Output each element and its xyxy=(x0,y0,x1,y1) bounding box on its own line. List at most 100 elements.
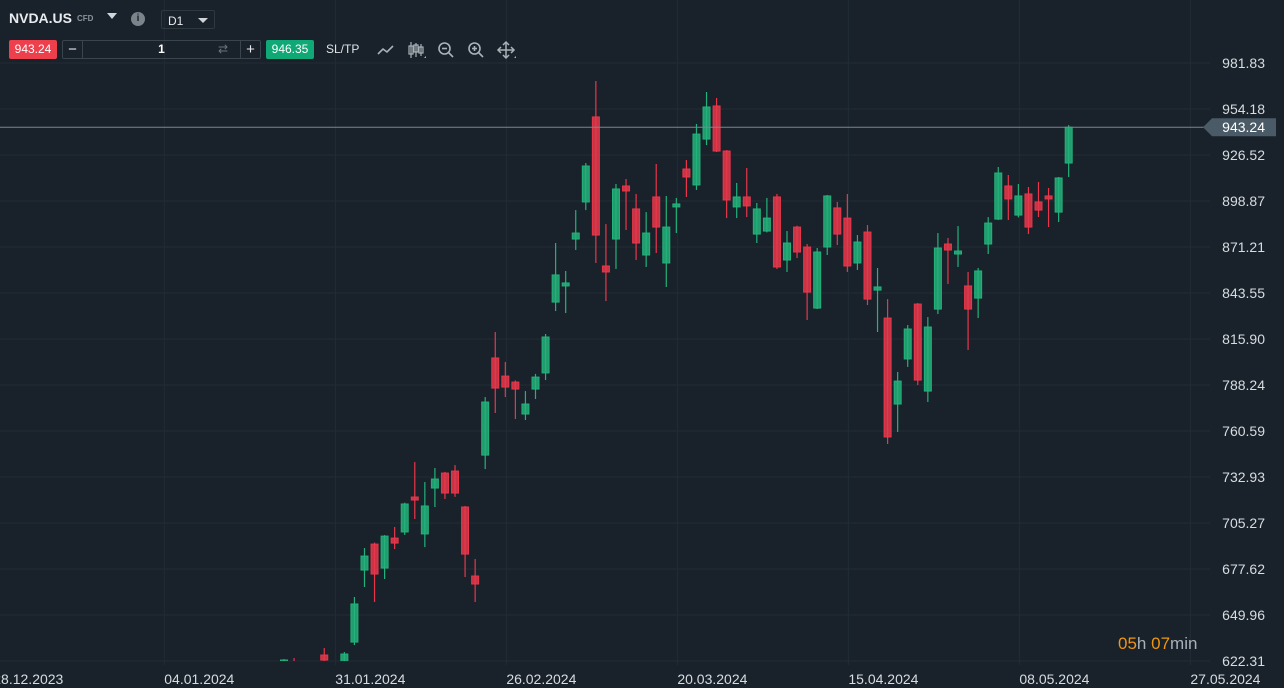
candle-bullish xyxy=(783,231,791,272)
candle-bullish xyxy=(692,123,701,190)
candle-body xyxy=(943,243,952,251)
candle-body xyxy=(581,165,590,203)
candle-bearish xyxy=(390,526,399,550)
candle-bullish xyxy=(311,665,318,685)
candle-bearish xyxy=(632,193,641,260)
candle-body xyxy=(511,381,520,390)
candle-bearish xyxy=(712,97,721,153)
candle-body xyxy=(451,470,460,494)
candle-bearish xyxy=(964,271,973,350)
candle-bearish xyxy=(1044,187,1053,228)
candle-body xyxy=(954,250,963,255)
candle-bearish xyxy=(491,332,500,414)
candle-bullish xyxy=(984,217,993,255)
candle-body xyxy=(611,188,620,240)
candle-bullish xyxy=(430,468,439,507)
candle-bullish xyxy=(813,248,822,310)
price-tick-label: 815.90 xyxy=(1222,331,1265,347)
info-icon[interactable]: i xyxy=(131,12,145,26)
current-price-label: 943.24 xyxy=(1222,119,1265,135)
price-tick-label: 898.87 xyxy=(1222,193,1265,209)
candle-body xyxy=(1014,195,1023,216)
candle-body xyxy=(430,478,439,489)
candle-body xyxy=(320,654,329,661)
decrease-quantity-button[interactable]: − xyxy=(63,41,83,58)
candle-body xyxy=(793,226,802,253)
time-axis[interactable]: 28.12.2023 04.01.2024 31.01.2024 26.02.2024… xyxy=(0,671,1261,687)
countdown-hours: 05 xyxy=(1118,634,1137,653)
candle-body xyxy=(893,380,902,405)
candle-bullish xyxy=(420,482,429,548)
date-tick-label: 08.05.2024 xyxy=(1019,671,1089,687)
quantity-stepper[interactable]: − 1 ⇄ + xyxy=(62,40,261,59)
candle-bullish xyxy=(974,267,983,319)
price-axis[interactable]: 981.83 954.18 926.52 898.87 871.21 843.55 815.… xyxy=(1222,55,1265,669)
candle-bullish xyxy=(702,91,711,146)
candle-bullish xyxy=(853,235,862,270)
candle-body xyxy=(783,242,791,261)
candle-body xyxy=(672,203,681,208)
swap-icon[interactable]: ⇄ xyxy=(218,42,228,56)
candle-bullish xyxy=(380,535,389,580)
candle-bearish xyxy=(601,224,610,302)
candle-body xyxy=(471,575,480,585)
candle-bearish xyxy=(742,168,751,218)
candle-body xyxy=(1004,185,1013,200)
candle-body xyxy=(883,317,892,438)
candle-body xyxy=(1044,195,1053,200)
candles xyxy=(280,81,1073,685)
candle-body xyxy=(591,116,600,236)
price-tick-label: 705.27 xyxy=(1222,515,1265,531)
sltp-button[interactable]: SL/TP xyxy=(326,42,359,56)
candle-body xyxy=(994,172,1003,220)
move-icon[interactable] xyxy=(496,40,516,60)
candle-bullish xyxy=(571,210,580,251)
symbol-name[interactable]: NVDA.US xyxy=(9,10,72,26)
current-price-line: 943.24 xyxy=(0,118,1276,137)
date-tick-label: 27.05.2024 xyxy=(1190,671,1260,687)
price-chart[interactable]: 943.24 981.83 954.18 926.52 898.87 871.21 843… xyxy=(0,0,1284,688)
candle-body xyxy=(803,246,812,293)
candle-body xyxy=(712,105,721,152)
candle-bearish xyxy=(682,160,691,197)
candle-body xyxy=(350,603,359,643)
zoom-in-icon[interactable] xyxy=(466,40,486,60)
price-tick-label: 926.52 xyxy=(1222,147,1265,163)
candle-body xyxy=(301,668,308,678)
candle-bullish xyxy=(581,163,590,211)
candle-bearish xyxy=(1034,181,1043,218)
symbol-dropdown-icon[interactable] xyxy=(107,13,117,19)
candle-body xyxy=(1064,126,1073,164)
candle-bearish xyxy=(722,150,731,219)
sell-button[interactable]: 943.24 xyxy=(9,40,57,59)
increase-quantity-button[interactable]: + xyxy=(240,41,260,58)
candle-bullish xyxy=(521,391,530,421)
countdown-h-unit: h xyxy=(1136,634,1147,653)
date-tick-label: 04.01.2024 xyxy=(164,671,234,687)
candle-bullish xyxy=(551,243,560,312)
candle-bearish xyxy=(863,225,872,306)
candle-body xyxy=(561,282,570,287)
timeframe-select[interactable]: D1 xyxy=(161,10,215,29)
candle-bullish xyxy=(541,334,550,381)
candle-body xyxy=(360,555,369,571)
candle-body xyxy=(420,505,429,535)
candle-bearish xyxy=(1024,186,1033,235)
buy-button[interactable]: 946.35 xyxy=(266,40,314,59)
candle-body xyxy=(601,265,610,273)
candle-body xyxy=(933,247,942,310)
candle-body xyxy=(722,150,731,201)
candle-body xyxy=(913,303,922,381)
price-tick-label: 677.62 xyxy=(1222,561,1265,577)
candle-bearish xyxy=(843,193,852,272)
line-chart-icon[interactable] xyxy=(376,40,396,60)
quantity-input[interactable]: 1 xyxy=(83,41,240,58)
candle-body xyxy=(370,543,379,575)
zoom-out-icon[interactable] xyxy=(436,40,456,60)
candle-bearish xyxy=(793,225,802,258)
candlestick-icon[interactable] xyxy=(406,40,426,60)
candle-body xyxy=(964,285,973,310)
candle-countdown: 05h 07min xyxy=(1118,634,1197,654)
candle-body xyxy=(642,232,651,256)
candle-body xyxy=(752,208,761,235)
